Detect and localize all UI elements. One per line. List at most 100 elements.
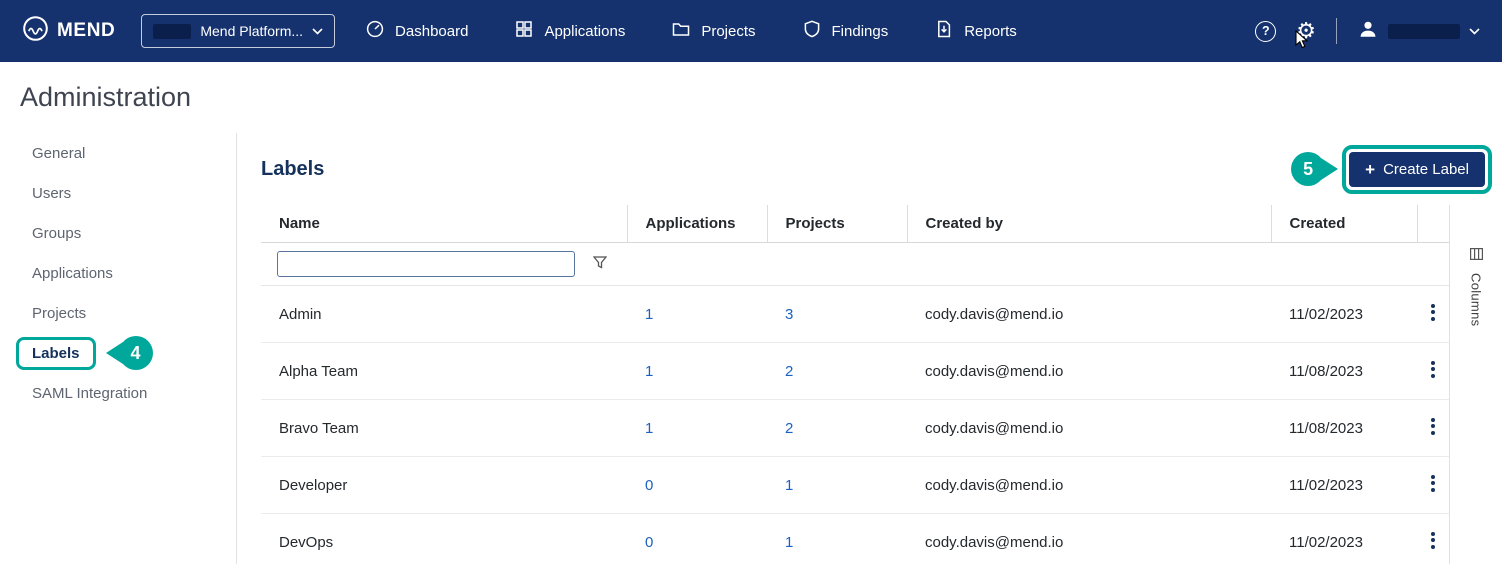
labels-heading: Labels [261, 157, 325, 180]
labels-table-body: Admin 1 3 cody.davis@mend.io 11/02/2023 Alpha… [261, 285, 1449, 564]
create-label-button[interactable]: + Create Label [1349, 151, 1485, 187]
annotation-highlight-labels[interactable]: Labels [16, 336, 96, 370]
page-title: Administration [20, 82, 192, 112]
org-selector-label: Mend Platform... [200, 23, 304, 39]
table-row: Alpha Team 1 2 cody.davis@mend.io 11/08/2023 [261, 342, 1449, 400]
nav-item-reports[interactable]: Reports [934, 19, 1017, 43]
settings-gear-icon[interactable]: ⚙ [1296, 20, 1316, 42]
created-date: 11/08/2023 [1271, 399, 1417, 457]
row-menu-kebab-icon[interactable] [1425, 299, 1441, 325]
report-download-icon [934, 19, 954, 43]
help-icon[interactable]: ? [1255, 20, 1277, 42]
user-avatar-icon [1357, 18, 1379, 45]
column-header-name[interactable]: Name [261, 205, 628, 243]
sidebar-item-labels[interactable]: Labels 4 [0, 333, 236, 373]
columns-grid-icon[interactable] [1469, 247, 1483, 265]
columns-panel-label[interactable]: Columns [1469, 273, 1484, 326]
column-header-applications[interactable]: Applications [627, 205, 768, 243]
labels-table-card: Name Applications Projects Created by Cr… [261, 205, 1449, 564]
nav-label: Applications [544, 22, 626, 40]
created-by: cody.davis@mend.io [907, 513, 1271, 564]
table-row: Bravo Team 1 2 cody.davis@mend.io 11/08/2023 [261, 399, 1449, 457]
table-row: Admin 1 3 cody.davis@mend.io 11/02/2023 [261, 285, 1449, 343]
row-menu-kebab-icon[interactable] [1425, 413, 1441, 439]
sidebar-item-projects[interactable]: Projects [0, 293, 236, 333]
created-date: 11/08/2023 [1271, 342, 1417, 400]
sidebar-item-groups[interactable]: Groups [0, 213, 236, 253]
dashboard-icon [365, 19, 385, 43]
sidebar-item-label: Groups [32, 224, 82, 242]
table-header-row: Name Applications Projects Created by Cr… [261, 205, 1449, 243]
chevron-down-icon [1469, 27, 1480, 35]
annotation-callout-4: 4 [105, 336, 153, 370]
sidebar-item-label: Users [32, 184, 72, 202]
sidebar-item-general[interactable]: General [0, 133, 236, 173]
created-by: cody.davis@mend.io [907, 399, 1271, 457]
column-header-actions [1417, 205, 1449, 243]
annotation-highlight-create-label: + Create Label [1342, 144, 1492, 194]
top-navigation: MEND Mend Platform... Dashboard Applicat… [0, 0, 1502, 62]
table-row: Developer 0 1 cody.davis@mend.io 11/02/2023 [261, 456, 1449, 514]
created-date: 11/02/2023 [1271, 285, 1417, 343]
redacted-org-name [153, 23, 192, 39]
sidebar-item-label: Applications [32, 264, 113, 282]
nav-label: Dashboard [395, 22, 469, 40]
user-menu[interactable] [1357, 18, 1480, 45]
row-menu-kebab-icon[interactable] [1425, 356, 1441, 382]
sidebar-item-applications[interactable]: Applications [0, 253, 236, 293]
page-header: Administration [0, 62, 1502, 133]
nav-item-findings[interactable]: Findings [802, 19, 888, 43]
projects-count-link[interactable]: 2 [785, 363, 793, 380]
created-date: 11/02/2023 [1271, 456, 1417, 514]
nav-label: Reports [964, 22, 1017, 40]
sidebar-item-saml-integration[interactable]: SAML Integration [0, 373, 236, 413]
projects-count-link[interactable]: 3 [785, 306, 793, 323]
row-menu-kebab-icon[interactable] [1425, 470, 1441, 496]
label-name: Alpha Team [261, 342, 627, 400]
create-label-button-label: Create Label [1383, 160, 1469, 178]
annotation-callout-5: 5 + Create Label [1291, 144, 1492, 194]
callout-number-5: 5 [1291, 152, 1326, 186]
admin-sidebar: General Users Groups Applications Projec… [0, 133, 237, 564]
nav-label: Projects [701, 22, 756, 40]
sidebar-item-label: General [32, 144, 86, 162]
label-name: Admin [261, 285, 627, 343]
applications-count-link[interactable]: 0 [645, 477, 653, 494]
column-header-created-by[interactable]: Created by [907, 205, 1272, 243]
nav-item-dashboard[interactable]: Dashboard [365, 19, 468, 43]
applications-count-link[interactable]: 1 [645, 420, 653, 437]
row-menu-kebab-icon[interactable] [1425, 527, 1441, 553]
topnav-right: ? ⚙ [1255, 18, 1480, 45]
redacted-user-name [1388, 23, 1460, 39]
projects-count-link[interactable]: 1 [785, 477, 793, 494]
created-by: cody.davis@mend.io [907, 285, 1271, 343]
column-header-created[interactable]: Created [1271, 205, 1418, 243]
main-nav: Dashboard Applications Projects Findings… [365, 19, 1017, 43]
created-by: cody.davis@mend.io [907, 456, 1271, 514]
nav-item-projects[interactable]: Projects [671, 19, 756, 43]
plus-icon: + [1365, 159, 1376, 179]
filter-funnel-icon[interactable] [592, 255, 608, 273]
column-header-projects[interactable]: Projects [767, 205, 908, 243]
brand-name: MEND [57, 20, 116, 41]
applications-count-link[interactable]: 1 [645, 306, 653, 323]
applications-count-link[interactable]: 0 [645, 534, 653, 551]
labels-page-header: Labels 5 + Create Label [237, 133, 1502, 205]
filter-row [261, 242, 1449, 286]
chevron-down-icon [312, 27, 323, 35]
folder-icon [671, 19, 691, 43]
projects-count-link[interactable]: 1 [785, 534, 793, 551]
callout-arrow-right-icon [1321, 158, 1339, 180]
brand: MEND [22, 15, 115, 47]
created-date: 11/02/2023 [1271, 513, 1417, 564]
sidebar-item-users[interactable]: Users [0, 173, 236, 213]
projects-count-link[interactable]: 2 [785, 420, 793, 437]
applications-icon [514, 19, 534, 43]
nav-item-applications[interactable]: Applications [514, 19, 625, 43]
applications-count-link[interactable]: 1 [645, 363, 653, 380]
org-selector-dropdown[interactable]: Mend Platform... [141, 14, 336, 48]
columns-panel: Columns [1449, 205, 1502, 564]
label-name: Developer [261, 456, 627, 514]
sidebar-item-label: SAML Integration [32, 384, 148, 402]
name-filter-input[interactable] [277, 251, 575, 277]
